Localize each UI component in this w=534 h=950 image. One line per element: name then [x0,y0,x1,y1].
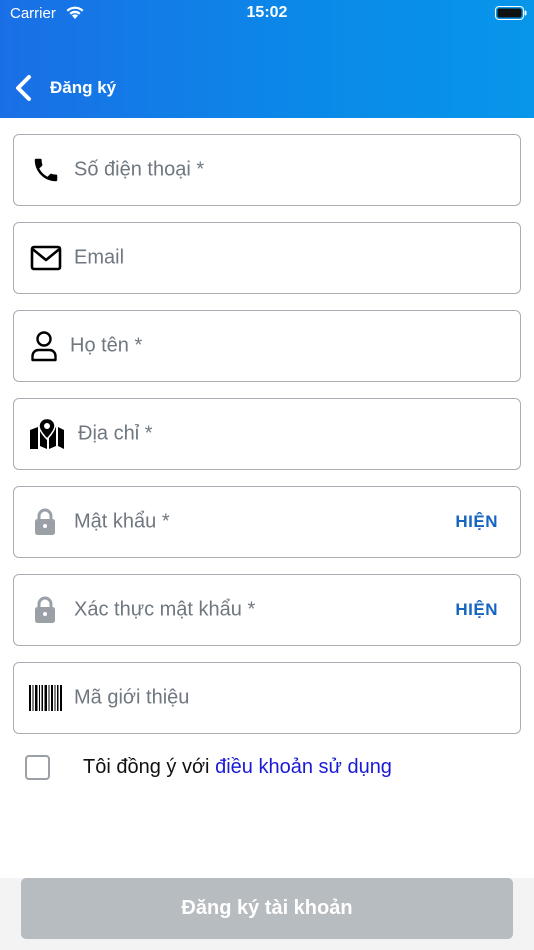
terms-link[interactable]: điều khoản sử dụng [215,756,392,778]
lock-icon [35,508,55,535]
clock: 15:02 [246,4,288,21]
show-password-button[interactable]: HIỆN [455,512,498,532]
page-title: Đăng ký [50,78,117,97]
password-placeholder: Mật khẩu * [74,510,170,533]
battery-icon [495,6,527,20]
referral-code-field[interactable]: Mã giới thiệu [13,662,521,734]
password-field[interactable]: Mật khẩu * HIỆN [13,486,521,558]
email-placeholder: Email [74,246,125,269]
show-confirm-password-button[interactable]: HIỆN [455,600,498,620]
email-field[interactable]: Email [13,222,521,294]
terms-checkbox[interactable] [25,755,50,780]
terms-text: Tôi đồng ý với điều khoản sử dụng [83,756,392,779]
address-placeholder: Địa chỉ * [78,422,153,445]
map-pin-icon [30,418,64,449]
name-field[interactable]: Họ tên * [13,310,521,382]
register-button[interactable]: Đăng ký tài khoản [21,878,513,939]
envelope-icon [30,245,62,271]
name-placeholder: Họ tên * [70,334,143,357]
referral-code-placeholder: Mã giới thiệu [74,686,190,709]
confirm-password-field[interactable]: Xác thực mật khẩu * HIỆN [13,574,521,646]
terms-label: Tôi đồng ý với [83,756,210,778]
header: Carrier 15:02 Đăng ký [0,0,534,118]
address-field[interactable]: Địa chỉ * [13,398,521,470]
status-bar: Carrier 15:02 [0,0,534,30]
barcode-icon [29,685,62,711]
confirm-password-placeholder: Xác thực mật khẩu * [74,598,256,621]
phone-icon [34,158,58,182]
lock-icon [35,596,55,623]
phone-placeholder: Số điện thoại * [74,158,205,181]
person-icon [31,331,57,362]
phone-field[interactable]: Số điện thoại * [13,134,521,206]
chevron-left-icon[interactable] [12,74,36,102]
terms-agreement: Tôi đồng ý với điều khoản sử dụng [25,755,515,781]
